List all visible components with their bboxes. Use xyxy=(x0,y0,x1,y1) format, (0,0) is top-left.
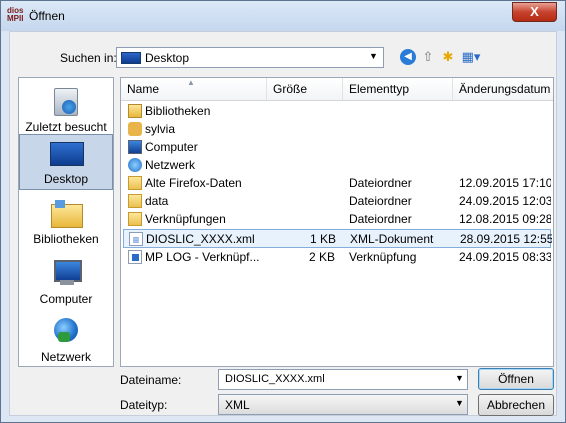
file-name: MP LOG - Verknüpf... xyxy=(145,250,260,264)
place-label: Computer xyxy=(39,292,93,306)
column-type[interactable]: Elementtyp xyxy=(343,78,453,100)
column-header: ▲ Name Größe Elementtyp Änderungsdatum xyxy=(121,78,553,101)
chevron-down-icon: ▼ xyxy=(455,398,464,408)
open-file-dialog: dios MPII Öffnen X Suchen in: Desktop ▼ … xyxy=(0,0,566,423)
file-row[interactable]: Netzwerk xyxy=(123,156,551,175)
close-button[interactable]: X xyxy=(512,2,557,22)
view-menu-icon[interactable]: ▦▾ xyxy=(460,49,482,65)
file-type: XML-Dokument xyxy=(350,232,434,246)
column-date[interactable]: Änderungsdatum xyxy=(453,78,553,100)
desktop-icon xyxy=(50,138,84,168)
column-date-label: Änderungsdatum xyxy=(459,82,551,96)
place-label: Zuletzt besucht xyxy=(25,120,107,134)
column-name-label: Name xyxy=(127,82,160,96)
place-network[interactable]: Netzwerk xyxy=(19,316,113,364)
shortcut-icon xyxy=(128,250,142,264)
file-date: 24.09.2015 12:03 xyxy=(459,194,551,208)
file-date: 28.09.2015 12:55 xyxy=(460,232,552,246)
library-icon xyxy=(128,104,142,118)
file-row[interactable]: Computer xyxy=(123,138,551,157)
places-bar: Zuletzt besucht Desktop Bibliotheken Com… xyxy=(18,77,114,367)
cancel-button[interactable]: Abbrechen xyxy=(478,394,554,416)
folder-icon xyxy=(128,212,142,226)
user-folder-icon xyxy=(128,122,142,136)
filename-value: DIOSLIC_XXXX.xml xyxy=(225,373,325,385)
file-row[interactable]: MP LOG - Verknüpf... 2 KB Verknüpfung 24… xyxy=(123,248,551,267)
app-icon-text-2: MPII xyxy=(7,14,24,23)
place-label: Desktop xyxy=(43,172,89,186)
file-size: 1 KB xyxy=(309,232,336,246)
place-libraries[interactable]: Bibliotheken xyxy=(19,198,113,246)
file-type: Verknüpfung xyxy=(349,250,417,264)
folder-icon xyxy=(128,194,142,208)
filetype-value: XML xyxy=(225,398,250,412)
up-folder-icon[interactable]: ⇧ xyxy=(420,49,436,65)
computer-icon xyxy=(50,258,82,288)
filetype-label: Dateityp: xyxy=(120,398,168,412)
file-row[interactable]: Bibliotheken xyxy=(123,102,551,121)
lookin-value: Desktop xyxy=(145,51,190,65)
open-button[interactable]: Öffnen xyxy=(478,368,554,390)
sort-arrow-icon: ▲ xyxy=(187,78,195,87)
libraries-icon xyxy=(50,198,83,228)
place-label: Bibliotheken xyxy=(33,232,99,246)
filename-input[interactable]: DIOSLIC_XXXX.xml ▼ xyxy=(218,369,468,390)
file-date: 12.09.2015 17:10 xyxy=(459,176,551,190)
xml-file-icon: ≡ xyxy=(129,232,143,247)
chevron-down-icon[interactable]: ▼ xyxy=(455,373,464,383)
computer-icon xyxy=(128,140,142,154)
window-title: Öffnen xyxy=(29,9,65,23)
place-computer[interactable]: Computer xyxy=(19,258,113,306)
file-row[interactable]: sylvia xyxy=(123,120,551,139)
file-date: 12.08.2015 09:28 xyxy=(459,212,551,226)
file-type: Dateiordner xyxy=(349,194,412,208)
file-row[interactable]: Alte Firefox-Daten Dateiordner 12.09.201… xyxy=(123,174,551,193)
lookin-label: Suchen in: xyxy=(60,51,117,65)
place-recent[interactable]: Zuletzt besucht xyxy=(19,86,113,134)
close-icon: X xyxy=(530,4,539,19)
column-size[interactable]: Größe xyxy=(267,78,343,100)
app-icon: dios MPII xyxy=(7,7,23,25)
dialog-body: Suchen in: Desktop ▼ ◀ ⇧ ✱ ▦▾ Zuletzt be… xyxy=(9,31,557,416)
folder-icon xyxy=(128,176,142,190)
chevron-down-icon: ▼ xyxy=(369,51,378,61)
filetype-dropdown[interactable]: XML ▼ xyxy=(218,394,468,415)
network-icon xyxy=(50,316,82,346)
column-size-label: Größe xyxy=(273,82,308,96)
file-size: 2 KB xyxy=(308,250,335,264)
desktop-icon xyxy=(121,52,141,64)
place-desktop[interactable]: Desktop xyxy=(19,134,113,190)
title-bar[interactable]: dios MPII Öffnen X xyxy=(1,1,565,31)
file-name: DIOSLIC_XXXX.xml xyxy=(146,232,255,246)
file-type: Dateiordner xyxy=(349,176,412,190)
recent-places-icon xyxy=(50,86,82,116)
file-name: Alte Firefox-Daten xyxy=(145,176,242,190)
file-name: Netzwerk xyxy=(145,158,196,172)
file-name: sylvia xyxy=(145,122,176,136)
filename-label: Dateiname: xyxy=(120,373,182,387)
lookin-dropdown[interactable]: Desktop ▼ xyxy=(116,47,384,68)
column-type-label: Elementtyp xyxy=(349,82,410,96)
file-name: Computer xyxy=(145,140,198,154)
file-list[interactable]: ▲ Name Größe Elementtyp Änderungsdatum B… xyxy=(120,77,554,367)
file-name: Verknüpfungen xyxy=(145,212,226,226)
place-label: Netzwerk xyxy=(40,350,91,364)
file-name: data xyxy=(145,194,169,208)
column-name[interactable]: ▲ Name xyxy=(121,78,267,100)
file-row[interactable]: data Dateiordner 24.09.2015 12:03 xyxy=(123,192,551,211)
file-row[interactable]: Verknüpfungen Dateiordner 12.08.2015 09:… xyxy=(123,210,551,229)
network-icon xyxy=(128,158,142,172)
file-name: Bibliotheken xyxy=(145,104,211,118)
new-folder-icon[interactable]: ✱ xyxy=(440,49,456,65)
file-date: 24.09.2015 08:33 xyxy=(459,250,551,264)
file-type: Dateiordner xyxy=(349,212,412,226)
file-row-selected[interactable]: ≡ DIOSLIC_XXXX.xml 1 KB XML-Dokument 28.… xyxy=(123,229,552,248)
back-arrow-icon[interactable]: ◀ xyxy=(400,49,416,65)
